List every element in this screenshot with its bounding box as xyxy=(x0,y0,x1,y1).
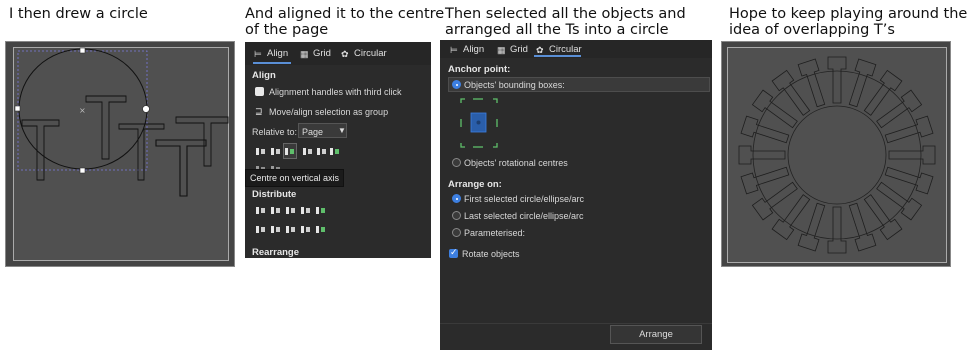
relative-to-value: Page xyxy=(302,127,324,137)
tooltip: Centre on vertical axis xyxy=(245,169,345,187)
align-heading: Align xyxy=(252,70,276,81)
centre-vertical-axis-icon xyxy=(284,147,295,156)
rotate-objects-label: Rotate objects xyxy=(462,249,520,259)
align-right-icon[interactable] xyxy=(316,147,327,156)
distribute-heading: Distribute xyxy=(252,189,297,200)
move-group-label[interactable]: Move/align selection as group xyxy=(269,107,388,117)
selection-handle xyxy=(79,167,86,174)
rearrange-heading: Rearrange xyxy=(252,247,299,258)
t-shape xyxy=(827,56,847,104)
rotate-objects-checkbox[interactable]: ✓ xyxy=(449,247,458,258)
t-shape xyxy=(827,206,847,254)
distribute-right-icon[interactable] xyxy=(285,206,296,215)
t-shape xyxy=(155,139,207,197)
circular-icon: ✿ xyxy=(536,45,544,55)
distribute-top-icon[interactable] xyxy=(255,225,266,234)
caption-step-4-line-2: idea of overlapping T’s xyxy=(729,22,895,38)
t-ring xyxy=(738,56,936,254)
group-move-icon: ⊒ xyxy=(255,106,263,116)
last-selected-radio[interactable] xyxy=(452,211,461,220)
selection-handle xyxy=(142,105,150,113)
caption-step-3-line-2: arranged all the Ts into a circle xyxy=(445,22,669,38)
tab-grid[interactable]: ▦ Grid xyxy=(497,44,528,55)
circular-icon: ✿ xyxy=(341,49,349,59)
distribute-text-v-icon[interactable] xyxy=(315,225,326,234)
tab-bar: ⊨ Align ▦ Grid ✿ Circular xyxy=(440,40,712,58)
selection-handle xyxy=(79,47,86,54)
active-tab-indicator xyxy=(534,55,581,57)
rotation-center-icon: × xyxy=(79,106,86,115)
anchor-grid[interactable] xyxy=(458,97,500,149)
t-shape xyxy=(175,116,229,167)
caption-step-3-line-1: Then selected all the objects and xyxy=(445,6,686,22)
align-left-icon[interactable] xyxy=(255,147,266,156)
grid-icon: ▦ xyxy=(300,49,309,59)
t-shape xyxy=(888,145,936,165)
caption-step-1: I then drew a circle xyxy=(9,6,148,22)
tab-bar: ⊨ Align ▦ Grid ✿ Circular xyxy=(245,42,431,65)
last-selected-label: Last selected circle/ellipse/arc xyxy=(464,211,584,221)
active-tab-indicator xyxy=(253,62,291,64)
bbox-label: Objects' bounding boxes: xyxy=(464,80,565,90)
circular-dialog: ⊨ Align ▦ Grid ✿ Circular Anchor point: Obj… xyxy=(440,40,712,350)
relative-to-label: Relative to: xyxy=(252,127,298,137)
align-icon: ⊨ xyxy=(254,49,262,59)
caption-step-2-line-2: of the page xyxy=(245,22,329,38)
caption-step-4-line-1: Hope to keep playing around the xyxy=(729,6,968,22)
distribute-gaps-h-icon[interactable] xyxy=(300,206,311,215)
canvas-step-1[interactable]: × xyxy=(5,41,235,267)
distribute-center-h-icon[interactable] xyxy=(270,206,281,215)
align-right-anchor-icon[interactable] xyxy=(302,147,313,156)
relative-to-select[interactable]: Page ▼ xyxy=(298,123,347,138)
distribute-baseline-icon[interactable] xyxy=(315,206,326,215)
distribute-left-icon[interactable] xyxy=(255,206,266,215)
arrange-on-heading: Arrange on: xyxy=(448,179,502,190)
first-selected-label: First selected circle/ellipse/arc xyxy=(464,194,585,204)
grid-icon: ▦ xyxy=(497,45,506,55)
parameterised-label: Parameterised: xyxy=(464,228,526,238)
align-left-anchor-icon[interactable] xyxy=(270,147,281,156)
parameterised-radio[interactable] xyxy=(452,228,461,237)
caption-step-2-line-1: And aligned it to the centre xyxy=(245,6,445,22)
divider xyxy=(440,323,712,324)
tab-circular[interactable]: ✿ Circular xyxy=(536,44,582,55)
t-shape xyxy=(118,123,165,181)
t-shape xyxy=(21,119,60,181)
drawing-step-1: × xyxy=(14,47,229,197)
align-icon: ⊨ xyxy=(450,45,458,55)
selection-handle xyxy=(14,105,21,112)
distribute-bottom-icon[interactable] xyxy=(285,225,296,234)
rotational-centres-radio[interactable] xyxy=(452,158,461,167)
inner-circle xyxy=(787,105,887,205)
tab-align[interactable]: ⊨ Align xyxy=(254,48,288,59)
first-selected-radio[interactable] xyxy=(452,194,461,203)
distribute-center-v-icon[interactable] xyxy=(270,225,281,234)
rotational-centres-label: Objects' rotational centres xyxy=(464,158,568,168)
tab-grid[interactable]: ▦ Grid xyxy=(300,48,331,59)
alignment-handles-checkbox[interactable] xyxy=(255,87,264,96)
tab-align[interactable]: ⊨ Align xyxy=(450,44,484,55)
alignment-handles-label: Alignment handles with third click xyxy=(269,87,402,97)
distribute-gaps-v-icon[interactable] xyxy=(300,225,311,234)
align-dialog: ⊨ Align ▦ Grid ✿ Circular Align Alignment h… xyxy=(245,42,431,258)
bbox-radio[interactable] xyxy=(452,80,461,89)
align-text-icon[interactable] xyxy=(329,147,340,156)
arrange-button[interactable]: Arrange xyxy=(610,325,702,344)
checkmark-icon: ✓ xyxy=(450,247,458,257)
outer-circle xyxy=(752,70,922,240)
chevron-down-icon: ▼ xyxy=(338,126,346,135)
anchor-point-heading: Anchor point: xyxy=(448,64,511,75)
t-circle-drawing xyxy=(738,56,936,254)
tab-circular[interactable]: ✿ Circular xyxy=(341,48,387,59)
t-shape xyxy=(738,145,786,165)
t-shape xyxy=(85,95,127,160)
canvas-step-4[interactable] xyxy=(721,41,951,267)
